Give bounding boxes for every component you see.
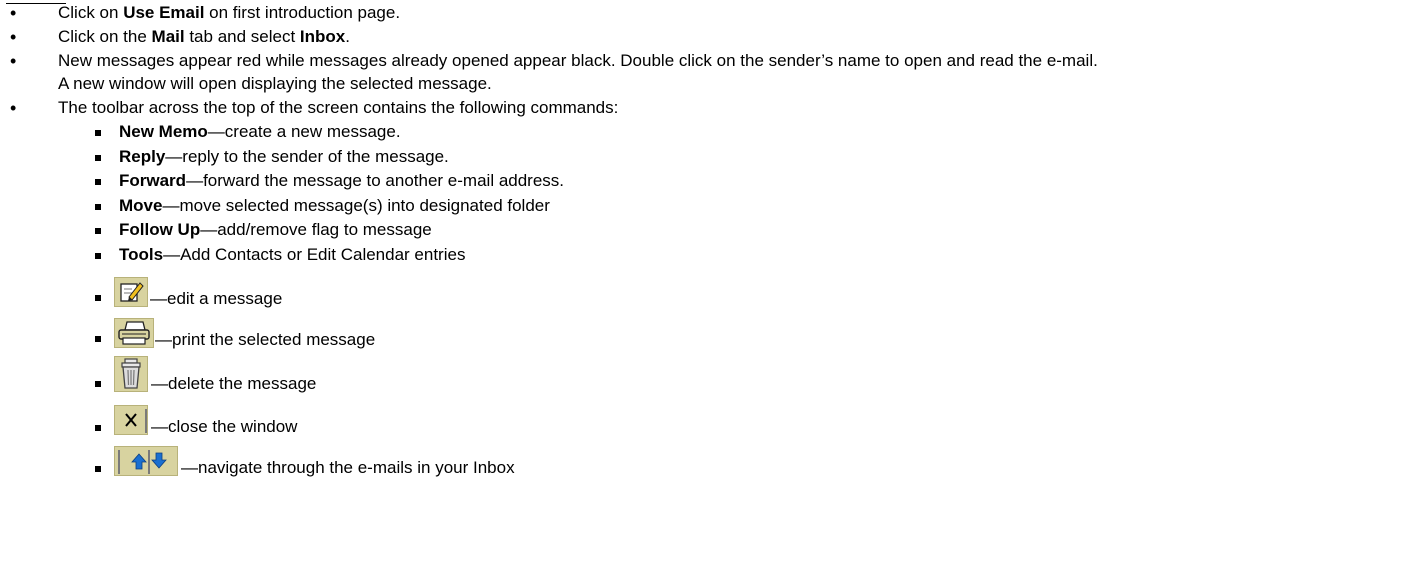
bullet-marker: • bbox=[10, 27, 17, 47]
close-icon bbox=[114, 405, 148, 435]
sub-bullet-marker bbox=[95, 253, 101, 259]
command-new-memo: New Memo—create a new message. bbox=[119, 122, 401, 141]
sub-bullet-marker bbox=[95, 336, 101, 342]
instruction-mail-tab: Click on the Mail tab and select Inbox. bbox=[58, 27, 350, 46]
icon-desc-print: —print the selected message bbox=[155, 330, 376, 349]
navigate-arrows-icon bbox=[114, 446, 178, 476]
icon-desc-edit: —edit a message bbox=[150, 289, 283, 308]
icon-desc-navigate: —navigate through the e-mails in your In… bbox=[181, 458, 515, 477]
instruction-new-messages-cont: A new window will open displaying the se… bbox=[58, 74, 492, 93]
icon-desc-close: —close the window bbox=[151, 417, 298, 436]
sub-bullet-marker bbox=[95, 228, 101, 234]
sub-bullet-marker bbox=[95, 179, 101, 185]
edit-icon bbox=[114, 277, 148, 307]
sub-bullet-marker bbox=[95, 381, 101, 387]
sub-bullet-marker bbox=[95, 295, 101, 301]
instruction-toolbar: The toolbar across the top of the screen… bbox=[58, 98, 619, 117]
bullet-marker: • bbox=[10, 3, 17, 23]
bullet-marker: • bbox=[10, 51, 17, 71]
command-move: Move—move selected message(s) into desig… bbox=[119, 196, 550, 215]
instruction-new-messages: New messages appear red while messages a… bbox=[58, 51, 1098, 70]
bullet-marker: • bbox=[10, 98, 17, 118]
delete-icon bbox=[114, 356, 148, 392]
sub-bullet-marker bbox=[95, 130, 101, 136]
print-icon bbox=[114, 318, 154, 348]
command-follow-up: Follow Up—add/remove flag to message bbox=[119, 220, 432, 239]
command-reply: Reply—reply to the sender of the message… bbox=[119, 147, 449, 166]
instruction-use-email: Click on Use Email on first introduction… bbox=[58, 3, 401, 22]
command-tools: Tools—Add Contacts or Edit Calendar entr… bbox=[119, 245, 466, 264]
icon-desc-delete: —delete the message bbox=[151, 374, 317, 393]
sub-bullet-marker bbox=[95, 204, 101, 210]
sub-bullet-marker bbox=[95, 155, 101, 161]
command-forward: Forward—forward the message to another e… bbox=[119, 171, 565, 190]
sub-bullet-marker bbox=[95, 425, 101, 431]
sub-bullet-marker bbox=[95, 466, 101, 472]
